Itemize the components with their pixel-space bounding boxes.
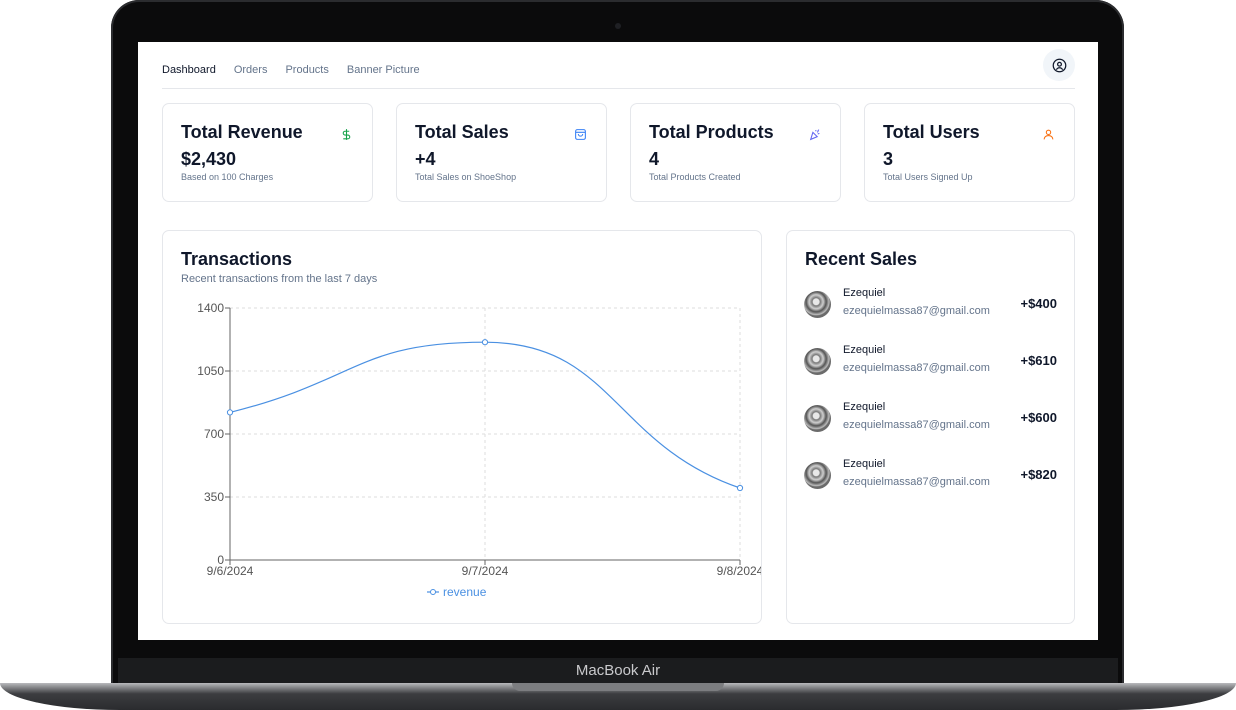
user-circle-icon [1052,58,1066,72]
recent-sale-row: Ezequiel ezequielmassa87@gmail.com +$820 [804,458,1057,498]
stat-title: Total Revenue [181,122,303,142]
sale-amount: +$400 [1020,296,1057,311]
avatar [804,405,831,432]
nav-banner-picture[interactable]: Banner Picture [347,64,420,76]
x-tick-label: 9/6/2024 [207,564,254,578]
y-tick-label: 1050 [197,364,224,378]
sale-customer-name: Ezequiel [843,287,886,299]
party-popper-icon [809,129,820,141]
sale-customer-name: Ezequiel [843,401,886,413]
stat-title: Total Products [649,122,774,142]
sale-amount: +$600 [1020,410,1057,425]
recent-sale-row: Ezequiel ezequielmassa87@gmail.com +$400 [804,287,1057,327]
data-point [226,409,234,416]
recent-sale-row: Ezequiel ezequielmassa87@gmail.com +$600 [804,401,1057,441]
legend-marker [430,589,436,595]
data-point [481,339,489,346]
stat-subtitle: Based on 100 Charges [181,172,274,182]
account-button[interactable] [1043,49,1075,81]
stat-value: 4 [649,149,660,169]
stat-subtitle: Total Products Created [649,172,741,182]
camera [615,23,621,29]
y-tick-label: 350 [204,490,224,504]
x-tick-label: 9/8/2024 [717,564,761,578]
avatar [804,462,831,489]
app-screen: Dashboard Orders Products Banner Picture… [138,42,1098,640]
stat-value: 3 [883,149,894,169]
avatar [804,348,831,375]
revenue-line-chart: 0350700105014009/6/2024 9/7/2024 9/8/2024r… [197,301,761,599]
stat-subtitle: Total Users Signed Up [883,172,973,182]
nav-divider [162,88,1075,89]
sale-customer-email: ezequielmassa87@gmail.com [843,362,990,374]
laptop-notch [512,683,724,691]
stat-subtitle: Total Sales on ShoeShop [415,172,517,182]
sale-customer-name: Ezequiel [843,344,886,356]
stat-title: Total Sales [415,122,509,142]
sale-amount: +$610 [1020,353,1057,368]
stat-card-users: Total Users 3 Total Users Signed Up [864,103,1075,202]
sale-customer-name: Ezequiel [843,458,886,470]
stat-card-products: Total Products 4 Total Products Created [630,103,841,202]
dollar-icon [342,129,351,140]
y-tick-label: 700 [204,427,224,441]
recent-sales-card: Recent Sales Ezequiel ezequielmassa87@gm… [786,230,1075,624]
device-brand-label: MacBook Air [575,662,661,679]
nav-orders[interactable]: Orders [234,64,268,76]
legend-label: revenue [443,585,487,599]
user-icon [1043,129,1054,140]
x-tick-label: 9/7/2024 [462,564,509,578]
nav-products[interactable]: Products [285,64,328,76]
shopping-bag-icon [575,129,586,140]
sale-customer-email: ezequielmassa87@gmail.com [843,476,990,488]
stat-card-revenue: Total Revenue $2,430 Based on 100 Charge… [162,103,373,202]
stat-card-sales: Total Sales +4 Total Sales on ShoeShop [396,103,607,202]
main-nav: Dashboard Orders Products Banner Picture [162,64,420,76]
stat-title: Total Users [883,122,980,142]
transactions-card: Transactions Recent transactions from th… [162,230,762,624]
sale-customer-email: ezequielmassa87@gmail.com [843,305,990,317]
recent-sales-title: Recent Sales [805,249,918,269]
stat-value: $2,430 [181,149,237,169]
recent-sale-row: Ezequiel ezequielmassa87@gmail.com +$610 [804,344,1057,384]
sale-customer-email: ezequielmassa87@gmail.com [843,419,990,431]
avatar [804,291,831,318]
nav-dashboard[interactable]: Dashboard [162,64,216,76]
data-point [736,484,744,492]
stat-value: +4 [415,149,436,169]
y-tick-label: 1400 [197,301,224,315]
sale-amount: +$820 [1020,467,1057,482]
